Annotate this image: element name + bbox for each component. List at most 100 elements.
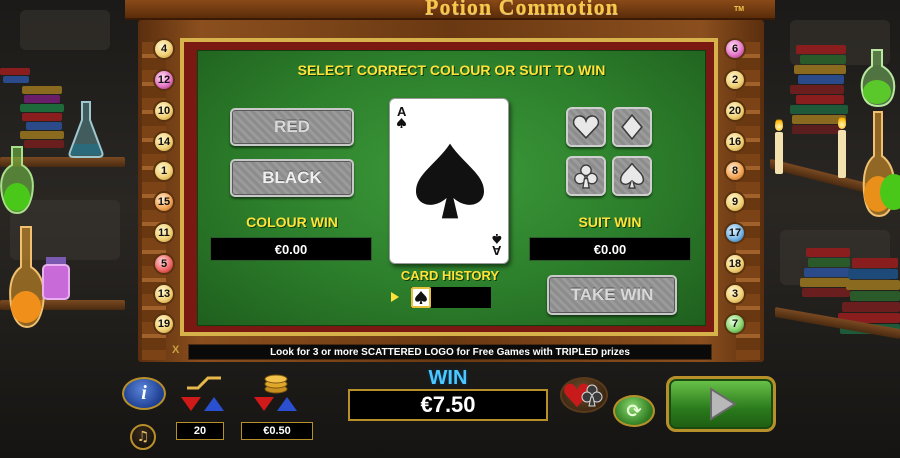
win-value: €7.50 [348, 389, 548, 421]
diamond-icon [621, 114, 643, 140]
payline-marker[interactable]: 4 [153, 38, 175, 60]
book [26, 122, 62, 130]
lines-value: 20 [176, 422, 224, 440]
potion-icon [0, 146, 34, 215]
payline-marker[interactable]: 9 [724, 191, 746, 213]
payline-marker[interactable]: 12 [153, 69, 175, 91]
info-message: Look for 3 or more SCATTERED LOGO for Fr… [188, 344, 712, 360]
book [792, 125, 842, 134]
spade-icon [415, 291, 427, 304]
info-message-text: Look for 3 or more SCATTERED LOGO for Fr… [270, 346, 630, 358]
spade-icon [491, 234, 501, 244]
jar-icon [42, 257, 70, 300]
payline-marker[interactable]: 18 [724, 253, 746, 275]
spin-button[interactable] [666, 376, 776, 432]
book [794, 65, 846, 74]
book [842, 302, 900, 312]
book [850, 291, 900, 301]
info-icon: i [141, 382, 147, 404]
suit-win-label: SUIT WIN [578, 214, 642, 230]
bet-increase-button[interactable] [277, 397, 297, 411]
trademark: TM [734, 6, 745, 13]
book [3, 76, 29, 83]
payline-marker[interactable]: 2 [724, 69, 746, 91]
game-logo: Potion Commotion [425, 0, 619, 19]
book [20, 104, 64, 112]
title-bar: Potion Commotion TM [125, 0, 775, 20]
colour-win-value: €0.00 [210, 237, 372, 261]
win-label: WIN [428, 367, 468, 389]
music-note-icon: ♫ [136, 429, 150, 445]
flask-icon [68, 101, 104, 158]
lines-icon [187, 376, 221, 390]
book [848, 269, 898, 279]
book [20, 131, 64, 139]
payline-marker[interactable]: 20 [724, 100, 746, 122]
book [796, 95, 844, 104]
clubs-button[interactable] [566, 156, 606, 196]
book [790, 85, 844, 94]
heart-icon [573, 115, 599, 140]
payline-marker[interactable]: 10 [153, 100, 175, 122]
spade-icon [416, 143, 484, 219]
suit-win-value: €0.00 [529, 237, 691, 261]
spades-button[interactable] [612, 156, 652, 196]
book [0, 68, 30, 75]
payline-marker[interactable]: 17 [724, 222, 746, 244]
hearts-button[interactable] [566, 107, 606, 147]
payline-marker[interactable]: 15 [153, 191, 175, 213]
payline-marker[interactable]: 7 [724, 313, 746, 335]
take-win-button[interactable]: TAKE WIN [547, 275, 677, 315]
book [796, 45, 846, 54]
book [804, 268, 850, 277]
black-button[interactable]: BLACK [230, 159, 354, 197]
history-card [411, 287, 431, 308]
book [846, 280, 900, 290]
play-icon [710, 387, 737, 421]
book [852, 258, 898, 268]
diamonds-button[interactable] [612, 107, 652, 147]
payline-marker[interactable]: 14 [153, 131, 175, 153]
card-corner-bottom: A [491, 232, 501, 258]
payline-marker[interactable]: 8 [724, 160, 746, 182]
book [800, 278, 850, 287]
payline-marker[interactable]: 1 [153, 160, 175, 182]
payline-marker[interactable]: 19 [153, 313, 175, 335]
candle [838, 130, 846, 178]
heart-club-icon [564, 383, 603, 407]
info-button[interactable]: i [122, 377, 166, 410]
autoplay-icon: ⟳ [626, 400, 642, 422]
colour-win-label: COLOUR WIN [246, 214, 338, 230]
bet-value: €0.50 [241, 422, 313, 440]
payline-marker[interactable]: 13 [153, 283, 175, 305]
book [790, 105, 848, 114]
payline-marker[interactable]: 5 [153, 253, 175, 275]
gamble-button[interactable] [560, 377, 608, 413]
potion-icon [880, 174, 900, 210]
payline-marker[interactable]: 6 [724, 38, 746, 60]
payline-marker[interactable]: 11 [153, 222, 175, 244]
book [798, 75, 844, 84]
sound-button[interactable]: ♫ [130, 424, 156, 450]
club-icon [574, 164, 598, 189]
autoplay-button[interactable]: ⟳ [613, 395, 655, 427]
spade-icon [619, 163, 645, 189]
lines-decrease-button[interactable] [181, 397, 201, 411]
stone-wall [20, 10, 110, 50]
bet-decrease-button[interactable] [254, 397, 274, 411]
potion-icon [860, 49, 896, 108]
spade-icon [397, 118, 407, 128]
candle-flame [775, 117, 783, 131]
payline-marker[interactable]: 3 [724, 283, 746, 305]
book [802, 288, 850, 297]
book [806, 248, 850, 257]
payline-marker[interactable]: 16 [724, 131, 746, 153]
history-pointer-icon [391, 292, 399, 302]
lines-increase-button[interactable] [204, 397, 224, 411]
playing-card: A A [389, 98, 509, 264]
red-button[interactable]: RED [230, 108, 354, 146]
book [800, 55, 846, 64]
coins-icon [264, 374, 288, 394]
book [808, 258, 850, 267]
strip-marker: X [172, 344, 180, 356]
